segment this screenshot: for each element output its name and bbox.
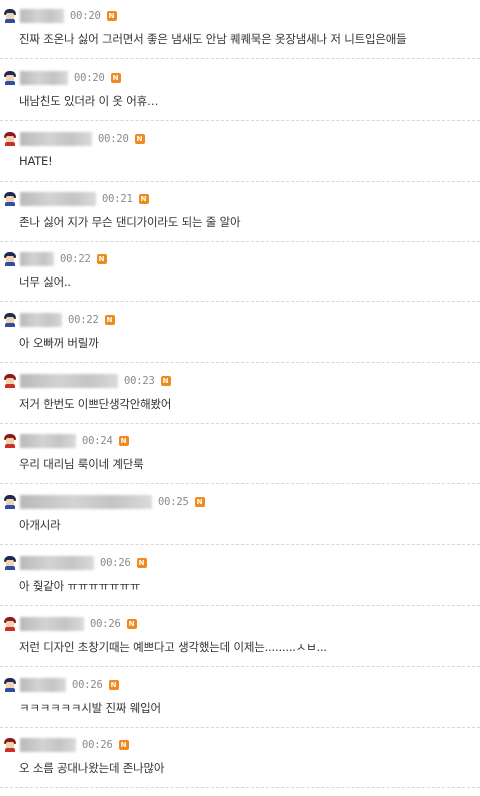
comment-meta: 00:23 N xyxy=(3,373,171,389)
avatar-icon[interactable] xyxy=(3,132,17,146)
new-badge-icon: N xyxy=(126,619,137,629)
new-badge-icon: N xyxy=(138,194,149,204)
new-badge-icon: N xyxy=(194,497,205,507)
comment-item: 00:26 N 아 줮같아 ㅠㅠㅠㅠㅠㅠㅠ xyxy=(0,549,480,606)
comment-meta: 00:24 N xyxy=(3,433,129,449)
comment-meta: 00:25 N xyxy=(3,494,205,510)
comment-time: 00:26 xyxy=(82,739,113,751)
comment-text: 아 오빠꺼 버릴까 xyxy=(19,336,99,350)
avatar-icon[interactable] xyxy=(3,71,17,85)
comment-meta: 00:26 N xyxy=(3,737,129,753)
comment-meta: 00:21 N xyxy=(3,191,149,207)
avatar-icon[interactable] xyxy=(3,434,17,448)
comment-meta: 00:26 N xyxy=(3,677,119,693)
new-badge-icon: N xyxy=(108,680,119,690)
nickname-blurred[interactable] xyxy=(20,9,64,23)
comment-text: 저거 한번도 이쁘단생각안해봤어 xyxy=(19,397,172,411)
nickname-blurred[interactable] xyxy=(20,71,68,85)
avatar-icon[interactable] xyxy=(3,617,17,631)
new-badge-icon: N xyxy=(104,315,115,325)
avatar-icon[interactable] xyxy=(3,313,17,327)
comment-meta: 00:26 N xyxy=(3,616,137,632)
nickname-blurred[interactable] xyxy=(20,495,152,509)
new-badge-icon: N xyxy=(160,376,171,386)
comment-item: 00:20 N 내남친도 있더라 이 옷 어휴… xyxy=(0,64,480,121)
new-badge-icon: N xyxy=(96,254,107,264)
comment-time: 00:23 xyxy=(124,375,155,387)
comment-item: 00:26 N 오 소름 공대나왔는데 존나많아 xyxy=(0,731,480,788)
nickname-blurred[interactable] xyxy=(20,678,66,692)
new-badge-icon: N xyxy=(118,436,129,446)
comment-time: 00:22 xyxy=(60,253,91,265)
comment-text: 아개시라 xyxy=(19,518,61,532)
new-badge-icon: N xyxy=(110,73,121,83)
avatar-icon[interactable] xyxy=(3,495,17,509)
comment-meta: 00:20 N xyxy=(3,8,117,24)
comment-meta: 00:22 N xyxy=(3,312,115,328)
nickname-blurred[interactable] xyxy=(20,374,118,388)
nickname-blurred[interactable] xyxy=(20,313,62,327)
comment-item: 00:24 N 우리 대리님 룩이네 계단룩 xyxy=(0,427,480,484)
comment-text: 내남친도 있더라 이 옷 어휴… xyxy=(19,94,159,108)
comment-time: 00:26 xyxy=(100,557,131,569)
comment-text: 오 소름 공대나왔는데 존나많아 xyxy=(19,761,165,775)
comment-text: 진짜 조온나 싫어 그러면서 좋은 냄새도 안남 퀘퀘묵은 옷장냄새나 저 니트… xyxy=(19,32,407,46)
comment-item: 00:21 N 존나 싫어 지가 무슨 댄디가이라도 되는 줄 알아 xyxy=(0,185,480,242)
comment-time: 00:21 xyxy=(102,193,133,205)
comment-item: 00:26 N 저런 디자인 초창기때는 예쁘다고 생각했는데 이제는.......… xyxy=(0,610,480,667)
new-badge-icon: N xyxy=(106,11,117,21)
comment-text: HATE! xyxy=(19,154,53,168)
comment-item: 00:20 N HATE! xyxy=(0,125,480,182)
comment-time: 00:20 xyxy=(70,10,101,22)
nickname-blurred[interactable] xyxy=(20,192,96,206)
comment-text: 너무 싫어.. xyxy=(19,275,71,289)
new-badge-icon: N xyxy=(118,740,129,750)
comment-item: 00:22 N 너무 싫어.. xyxy=(0,245,480,302)
comment-time: 00:20 xyxy=(74,72,105,84)
avatar-icon[interactable] xyxy=(3,556,17,570)
nickname-blurred[interactable] xyxy=(20,617,84,631)
comment-time: 00:26 xyxy=(72,679,103,691)
avatar-icon[interactable] xyxy=(3,738,17,752)
comment-time: 00:20 xyxy=(98,133,129,145)
comment-text: 저런 디자인 초창기때는 예쁘다고 생각했는데 이제는.........ㅅㅂ..… xyxy=(19,640,327,654)
comment-time: 00:26 xyxy=(90,618,121,630)
comment-meta: 00:20 N xyxy=(3,70,121,86)
nickname-blurred[interactable] xyxy=(20,434,76,448)
nickname-blurred[interactable] xyxy=(20,738,76,752)
comment-text: ㅋㅋㅋㅋㅋㅋ시발 진짜 웨입어 xyxy=(19,701,161,715)
comment-item: 00:20 N 진짜 조온나 싫어 그러면서 좋은 냄새도 안남 퀘퀘묵은 옷장냄새… xyxy=(0,2,480,59)
comment-item: 00:25 N 아개시라 xyxy=(0,488,480,545)
nickname-blurred[interactable] xyxy=(20,132,92,146)
avatar-icon[interactable] xyxy=(3,678,17,692)
avatar-icon[interactable] xyxy=(3,9,17,23)
comment-time: 00:25 xyxy=(158,496,189,508)
comment-item: 00:26 N ㅋㅋㅋㅋㅋㅋ시발 진짜 웨입어 xyxy=(0,671,480,728)
avatar-icon[interactable] xyxy=(3,252,17,266)
comment-meta: 00:26 N xyxy=(3,555,147,571)
new-badge-icon: N xyxy=(136,558,147,568)
comment-list: 00:20 N 진짜 조온나 싫어 그러면서 좋은 냄새도 안남 퀘퀘묵은 옷장냄새… xyxy=(0,0,480,796)
comment-meta: 00:20 N xyxy=(3,131,145,147)
comment-item: 00:22 N 아 오빠꺼 버릴까 xyxy=(0,306,480,363)
comment-meta: 00:22 N xyxy=(3,251,107,267)
comment-time: 00:24 xyxy=(82,435,113,447)
comment-item: 00:23 N 저거 한번도 이쁘단생각안해봤어 xyxy=(0,367,480,424)
comment-text: 아 줮같아 ㅠㅠㅠㅠㅠㅠㅠ xyxy=(19,579,141,593)
avatar-icon[interactable] xyxy=(3,374,17,388)
nickname-blurred[interactable] xyxy=(20,252,54,266)
new-badge-icon: N xyxy=(134,134,145,144)
comment-text: 우리 대리님 룩이네 계단룩 xyxy=(19,457,144,471)
nickname-blurred[interactable] xyxy=(20,556,94,570)
comment-text: 존나 싫어 지가 무슨 댄디가이라도 되는 줄 알아 xyxy=(19,215,241,229)
avatar-icon[interactable] xyxy=(3,192,17,206)
comment-time: 00:22 xyxy=(68,314,99,326)
